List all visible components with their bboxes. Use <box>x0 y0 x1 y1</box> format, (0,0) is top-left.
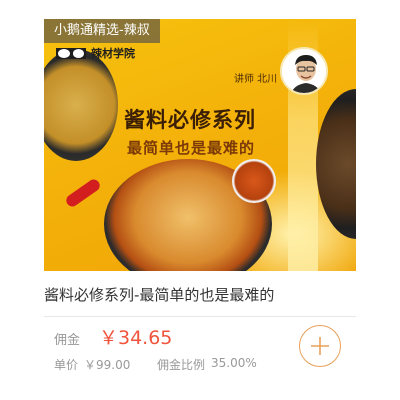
rice-dish-image <box>44 49 118 161</box>
unit-price-label: 单价 <box>54 358 79 372</box>
brand-mark-icon <box>56 47 86 59</box>
unit-price-value: ￥99.00 <box>84 358 131 372</box>
commission-value: ￥34.65 <box>99 327 173 349</box>
chili-pepper-image <box>63 177 103 209</box>
sauce-bowl-image <box>232 159 276 203</box>
avatar-portrait-icon <box>282 49 326 93</box>
product-card[interactable]: 辣材学院 酱料必修系列 最简单也是最难的 讲师 北川 小鹅通精选-辣叔 酱料必修… <box>44 19 356 391</box>
unit-price: 单价 ￥99.00 <box>54 356 130 373</box>
brand-logo: 辣材学院 <box>56 45 135 61</box>
cover-headline: 酱料必修系列 <box>124 108 256 132</box>
cover-teacher-label: 讲师 北川 <box>234 74 278 85</box>
commission-rate-label: 佣金比例 <box>157 358 206 372</box>
meat-dish-image <box>316 89 356 239</box>
commission-rate: 佣金比例 35.00% <box>157 356 257 373</box>
brand-name: 辣材学院 <box>91 47 135 60</box>
teacher-avatar <box>280 47 328 95</box>
cover-subline: 最简单也是最难的 <box>127 139 256 157</box>
commission-label: 佣金 <box>54 333 81 348</box>
course-cover-image[interactable]: 辣材学院 酱料必修系列 最简单也是最难的 讲师 北川 小鹅通精选-辣叔 <box>44 19 356 271</box>
add-button[interactable] <box>299 325 341 367</box>
plus-icon <box>311 337 329 355</box>
product-title[interactable]: 酱料必修系列-最简单的也是最难的 <box>44 284 274 305</box>
commission-rate-value: 35.00% <box>211 356 257 370</box>
divider <box>44 316 356 317</box>
source-tag: 小鹅通精选-辣叔 <box>44 19 160 43</box>
